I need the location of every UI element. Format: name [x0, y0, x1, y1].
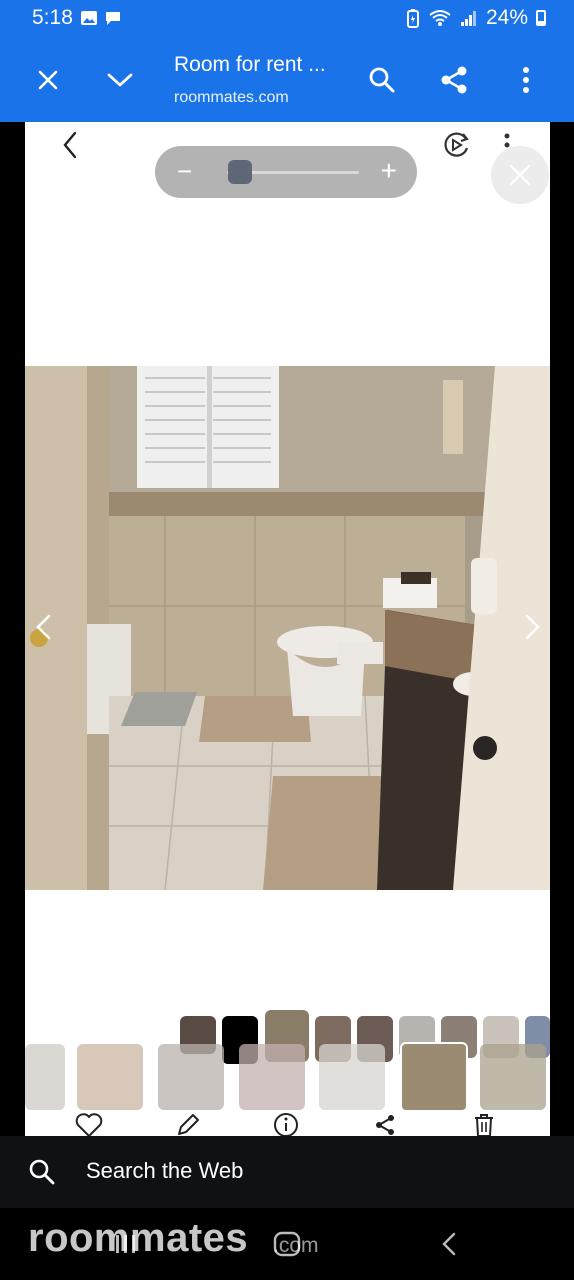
search-icon — [369, 67, 395, 93]
close-tab-button[interactable] — [28, 60, 68, 100]
info-icon[interactable] — [271, 1110, 301, 1136]
back-chevron-icon[interactable] — [59, 130, 83, 160]
roommates-watermark-tld: .com — [273, 1234, 319, 1257]
bathroom-photo — [25, 366, 550, 890]
signal-icon — [460, 11, 476, 26]
tab-url[interactable]: roommates.com — [174, 89, 289, 107]
battery-icon — [536, 10, 546, 26]
chevron-down-icon — [107, 73, 133, 87]
zoom-thumb[interactable] — [228, 160, 252, 184]
chevron-right-icon[interactable] — [517, 612, 547, 642]
chevron-left-icon[interactable] — [29, 612, 59, 642]
thumbnail[interactable] — [158, 1044, 224, 1110]
zoom-out-icon[interactable]: − — [177, 158, 192, 184]
thumbnail[interactable] — [25, 1044, 65, 1110]
system-nav-bar: roommates .com — [0, 1208, 574, 1280]
zoom-in-icon[interactable]: + — [381, 157, 397, 185]
share-icon[interactable] — [370, 1110, 400, 1136]
status-time: 5:18 — [32, 6, 73, 29]
image-icon — [81, 11, 97, 25]
status-bar: 5:18 24% — [0, 0, 574, 38]
slideshow-icon[interactable] — [441, 130, 471, 160]
back-icon[interactable] — [436, 1230, 464, 1258]
roommates-watermark: roommates — [28, 1216, 249, 1260]
status-notification-icons — [80, 9, 122, 27]
thumbnail[interactable] — [239, 1044, 305, 1110]
close-viewer-button[interactable] — [491, 146, 549, 204]
thumbnail-selected[interactable] — [400, 1042, 468, 1112]
close-icon — [38, 70, 58, 90]
trash-icon[interactable] — [469, 1110, 499, 1136]
share-icon — [441, 66, 467, 94]
wifi-icon — [429, 10, 451, 26]
zoom-slider[interactable]: − + — [155, 146, 417, 198]
more-options-button[interactable] — [506, 60, 546, 100]
close-icon — [509, 164, 531, 186]
thumbnail[interactable] — [77, 1044, 143, 1110]
main-photo[interactable] — [25, 366, 550, 890]
tab-title[interactable]: Room for rent ... — [174, 53, 326, 77]
search-button[interactable] — [362, 60, 402, 100]
search-web-bar[interactable]: Search the Web — [0, 1136, 574, 1208]
heart-icon[interactable] — [74, 1110, 104, 1136]
pencil-icon[interactable] — [173, 1110, 203, 1136]
minimize-tab-button[interactable] — [100, 60, 140, 100]
status-right: 24% — [406, 6, 546, 30]
battery-saver-icon — [406, 9, 419, 28]
custom-tab-header: Room for rent ... roommates.com — [0, 38, 574, 122]
battery-percent: 24% — [485, 6, 528, 29]
search-web-label: Search the Web — [86, 1158, 244, 1183]
search-icon — [29, 1159, 55, 1185]
more-vert-icon — [523, 67, 529, 93]
share-button[interactable] — [434, 60, 474, 100]
thumbnail[interactable] — [480, 1044, 546, 1110]
thumbnail[interactable] — [319, 1044, 385, 1110]
message-icon — [106, 12, 120, 25]
image-viewer: − + — [25, 122, 550, 1136]
